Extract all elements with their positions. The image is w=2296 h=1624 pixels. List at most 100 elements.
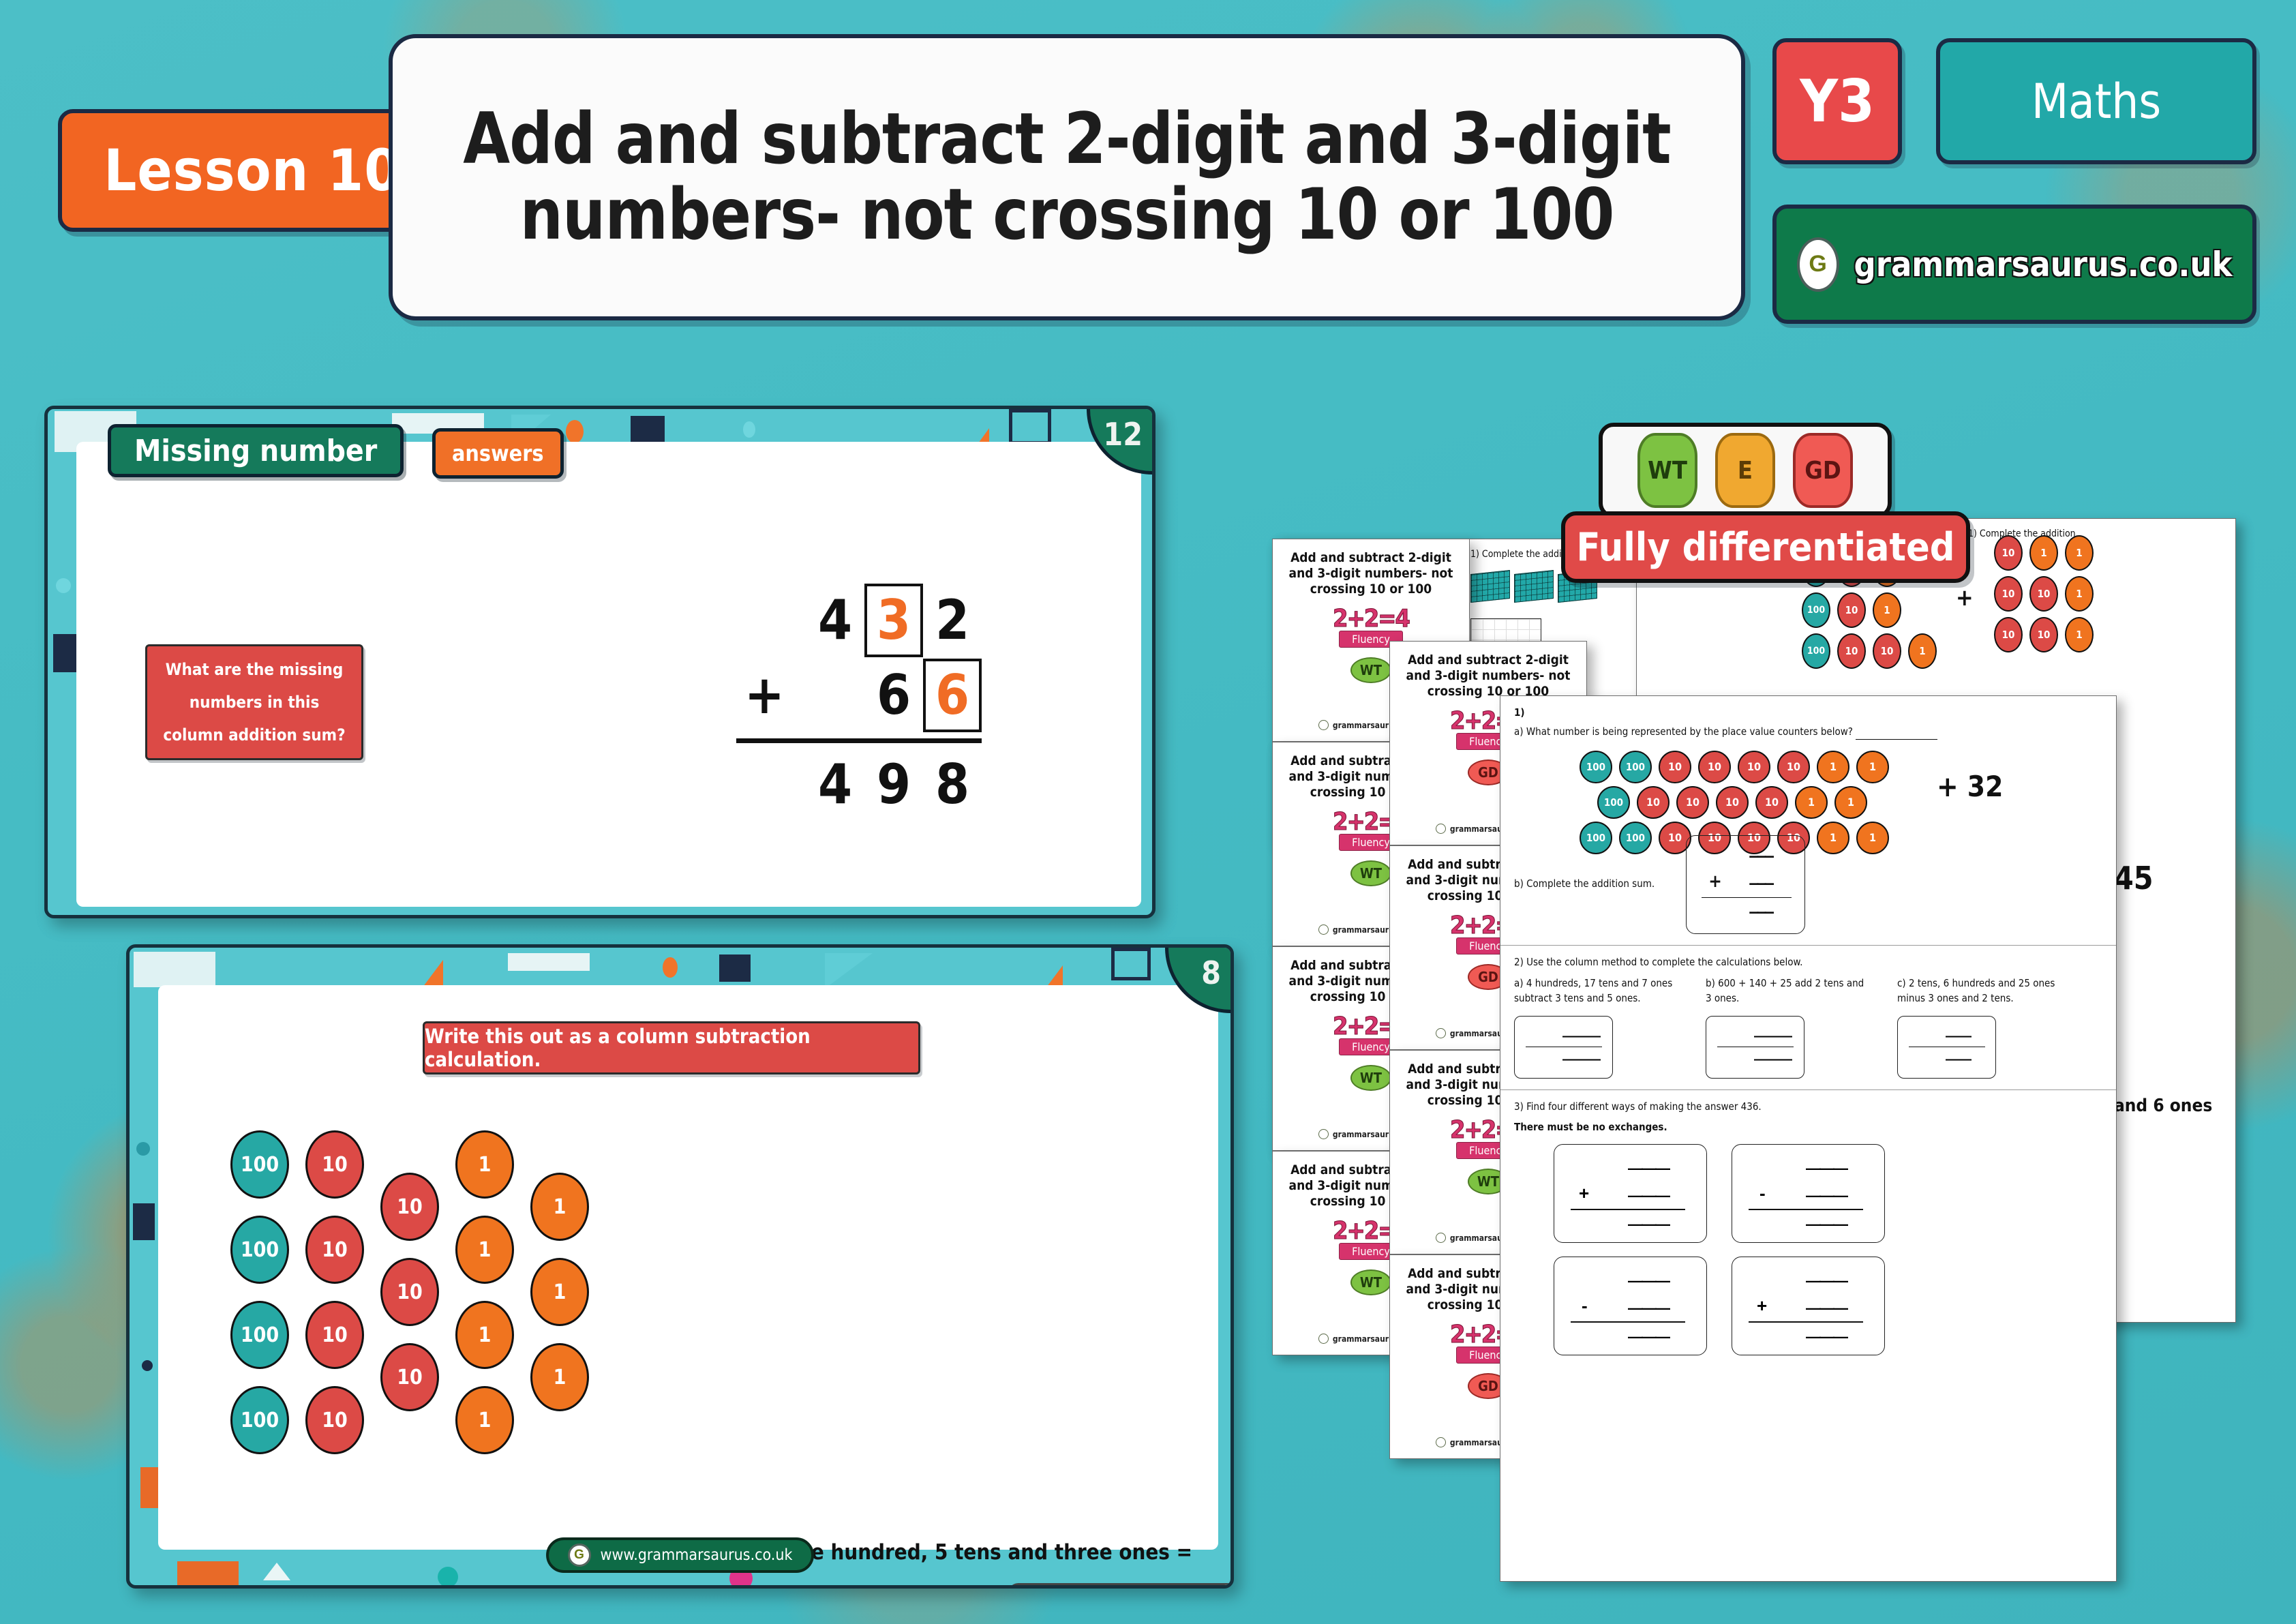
q3b3-operator: - (1582, 1295, 1588, 1317)
ws-front-counter-10: 10 (1755, 785, 1788, 819)
ws-front-q3-box-3[interactable]: ——— - ——— ——— (1554, 1257, 1707, 1356)
ws-front-q1b-sum-box[interactable]: ——— + ——— ——— (1686, 834, 1806, 934)
lesson-label: Lesson 10 (104, 137, 401, 204)
ws-front-counter-1: 1 (1856, 750, 1889, 783)
prompt-line-1: What are the missing (165, 660, 344, 679)
ws-bg-counter-1: 1 (2065, 535, 2094, 571)
slide2-equation-text: - One hundred, 5 tens and three ones = (767, 1540, 1192, 1565)
q3b1-dash-mid: ——— (1628, 1187, 1670, 1205)
slide-column-subtraction[interactable]: Write this out as a column subtraction c… (126, 944, 1234, 1589)
cover-6-logo-icon (1435, 1028, 1446, 1038)
s2-deco-nav-arrow-icon[interactable] (263, 1563, 290, 1580)
place-value-counter-10[interactable]: 10 (305, 1301, 364, 1369)
subject-badge-label: Maths (2031, 73, 2162, 130)
ws-front-q3-box-1[interactable]: ——— + ——— ——— (1554, 1144, 1707, 1244)
cover-7-logo-icon (1435, 1233, 1446, 1243)
ws-front-counter-10: 10 (1676, 785, 1709, 819)
q2a-dash-top: ——— (1562, 1028, 1601, 1044)
ws-front-q1-num: 1) (1514, 706, 1525, 719)
place-value-counter-10[interactable]: 10 (380, 1343, 439, 1411)
cover-5-title: Add and subtract 2-digit and 3-digit num… (1406, 652, 1571, 700)
addition-operator: + (744, 665, 785, 726)
ws-front-q2c-box[interactable]: —— —— (1897, 1015, 1996, 1079)
column-addition-row-2: + 6 6 (661, 658, 982, 733)
place-value-counter-100[interactable]: 100 (230, 1386, 289, 1454)
ws-front-q2-section: 2) Use the column method to complete the… (1500, 946, 2116, 1090)
ws-front-q3-section: 3) Find four different ways of making th… (1500, 1090, 2116, 1367)
place-value-counter-10[interactable]: 10 (380, 1258, 439, 1326)
q3b1-dash-bottom: ——— (1628, 1216, 1670, 1233)
place-value-counter-10[interactable]: 10 (305, 1130, 364, 1199)
ws-front-q2c-text: c) 2 tens, 6 hundreds and 25 ones minus … (1897, 977, 2055, 1004)
ws-front-q2b-box[interactable]: ——— ——— (1706, 1015, 1804, 1079)
q3b2-dash-bottom: ——— (1806, 1216, 1848, 1233)
q3b1-dash-top: ——— (1628, 1160, 1670, 1177)
year-badge: Y3 (1772, 38, 1902, 164)
q2c-dash-bottom: —— (1946, 1051, 1972, 1067)
ws-bg-counter-100: 100 (1802, 592, 1830, 628)
s2-deco-dot-nav (142, 1360, 153, 1371)
page-title-card: Add and subtract 2-digit and 3-digit num… (389, 34, 1745, 320)
q3b4-dash-mid: ——— (1806, 1299, 1848, 1317)
place-value-counter-1[interactable]: 1 (455, 1130, 514, 1199)
q2b-dash-bottom: ——— (1754, 1051, 1792, 1067)
ws-front-q1a-answer-blank[interactable] (1856, 730, 1938, 740)
ws-front-q2b-text: b) 600 + 140 + 25 add 2 tens and 3 ones. (1706, 977, 1864, 1004)
s2-deco-dot-left (136, 1142, 150, 1156)
ws-front-q2: 2) Use the column method to complete the… (1514, 955, 1803, 968)
slide1-title-label: Missing number (134, 433, 378, 468)
row2-ones-missing[interactable]: 6 (923, 659, 982, 732)
s2-deco-circle-1 (663, 957, 678, 978)
row1-tens-missing[interactable]: 3 (864, 584, 923, 657)
place-value-counter-1[interactable]: 1 (530, 1173, 589, 1241)
ws-bg-counter-10: 10 (1994, 535, 2023, 571)
worksheet-front-page[interactable]: 1) a) What number is being represented b… (1500, 695, 2117, 1582)
q2a-dash-bottom: ——— (1562, 1051, 1601, 1067)
slide-missing-number[interactable]: Missing number answers What are the miss… (44, 406, 1155, 918)
slide1-answers-label: answers (452, 440, 544, 466)
year-badge-label: Y3 (1800, 67, 1875, 136)
place-value-counter-1[interactable]: 1 (455, 1301, 514, 1369)
place-value-counter-100[interactable]: 100 (230, 1216, 289, 1284)
ws-front-q2-item-a: a) 4 hundreds, 17 tens and 7 ones subtra… (1514, 976, 1681, 1079)
ws-front-q3-box-4[interactable]: ——— + ——— ——— (1732, 1257, 1885, 1356)
q2c-dash-top: —— (1946, 1028, 1972, 1044)
place-value-counter-1[interactable]: 1 (530, 1343, 589, 1411)
fully-differentiated-label: Fully differentiated (1576, 524, 1955, 570)
column-addition-row-1: 4 3 2 (661, 583, 982, 658)
place-value-counter-100[interactable]: 100 (230, 1130, 289, 1199)
cover-2-logo-icon (1318, 924, 1329, 935)
s2-deco-rect-1 (134, 952, 215, 987)
ws-bg-counter-1: 1 (2065, 617, 2094, 652)
ws-front-q3-box-2[interactable]: ——— - ——— ——— (1732, 1144, 1885, 1244)
place-value-counter-100[interactable]: 100 (230, 1301, 289, 1369)
place-value-counter-10[interactable]: 10 (305, 1386, 364, 1454)
q1b-rule (1702, 897, 1792, 898)
s2-deco-triangle-1 (423, 960, 443, 987)
ws-front-q2-item-c: c) 2 tens, 6 hundreds and 25 ones minus … (1897, 976, 2064, 1079)
ws-front-counter-10: 10 (1777, 750, 1810, 783)
ws-bg-counter-1: 1 (2065, 576, 2094, 612)
ws-bg-counter-10: 10 (2029, 617, 2058, 652)
ws-front-q2a-box[interactable]: ——— ——— (1514, 1015, 1613, 1079)
ws-bg-plus-operator: + (1956, 584, 1974, 612)
deco-square-outline-1 (1009, 409, 1051, 445)
q2a-rule (1526, 1046, 1602, 1048)
grammarsaurus-footer-logo-icon: G (567, 1544, 591, 1567)
s2-deco-rect-2 (508, 953, 590, 971)
row2-tens: 6 (876, 663, 911, 727)
q1b-dash-mid: ——— (1749, 875, 1774, 892)
place-value-counter-10[interactable]: 10 (380, 1173, 439, 1241)
place-value-counter-1[interactable]: 1 (455, 1386, 514, 1454)
s2-deco-orange-bottom (177, 1561, 239, 1585)
ws-front-counter-10: 10 (1698, 750, 1731, 783)
place-value-counter-10[interactable]: 10 (305, 1216, 364, 1284)
diff-seal-wt: WT (1637, 433, 1697, 508)
place-value-counter-1[interactable]: 1 (455, 1216, 514, 1284)
row1-ones: 2 (935, 588, 970, 652)
ws-front-q3-note: There must be no exchanges. (1514, 1120, 1667, 1133)
subject-badge: Maths (1936, 38, 2256, 164)
place-value-counter-1[interactable]: 1 (530, 1258, 589, 1326)
ws-front-counter-10: 10 (1637, 785, 1670, 819)
slide1-answers-button[interactable]: answers (432, 428, 564, 479)
